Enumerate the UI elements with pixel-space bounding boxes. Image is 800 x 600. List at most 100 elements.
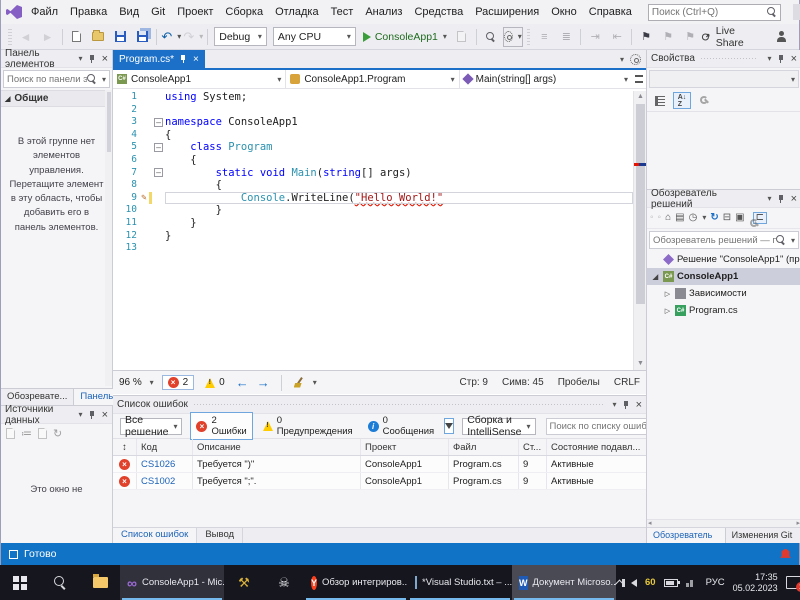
fold-marker[interactable]: – xyxy=(152,141,165,154)
volume-icon[interactable] xyxy=(631,579,637,587)
warnings-filter-button[interactable]: 0 Предупреждения xyxy=(258,413,358,439)
comment-button[interactable]: ≡ xyxy=(534,27,554,47)
header-1[interactable]: Описание xyxy=(193,439,361,455)
language-indicator[interactable]: РУС xyxy=(706,577,725,588)
taskbar-taskbar-search[interactable] xyxy=(40,565,80,600)
split-window-button[interactable] xyxy=(632,70,646,88)
toolbox-titlebar[interactable]: Панель элементов ▾ × xyxy=(1,50,112,68)
code-line[interactable]: 9✎ Console.WriteLine("Hello World!" xyxy=(113,192,633,205)
editor-warning-count[interactable]: 0 xyxy=(202,376,228,389)
bookmark-button[interactable]: ⚑ xyxy=(636,27,656,47)
project-dropdown[interactable]: C# ConsoleApp1▾ xyxy=(113,70,286,88)
prev-issue-button[interactable]: ← xyxy=(236,375,249,390)
tab-solution-explorer[interactable]: Обозреватель реше... xyxy=(647,528,726,543)
error-row[interactable]: ×CS1002Требуется ";".ConsoleApp1Program.… xyxy=(113,473,646,490)
editor-error-count[interactable]: × 2 xyxy=(162,375,195,390)
fold-marker[interactable]: – xyxy=(152,167,165,180)
editor-vertical-scrollbar[interactable]: ▲ ▼ xyxy=(633,91,646,370)
code-line[interactable]: 5– class Program xyxy=(113,141,633,154)
home-icon[interactable]: ⌂ xyxy=(665,213,671,223)
forward-icon[interactable]: ◦ xyxy=(658,213,662,223)
configuration-dropdown[interactable]: Debug▾ xyxy=(214,27,267,46)
code-line[interactable]: 3–namespace ConsoleApp1 xyxy=(113,116,633,129)
collapse-box-icon[interactable]: – xyxy=(154,143,163,152)
taskbar-start[interactable] xyxy=(0,565,40,600)
header-4[interactable]: Ст... xyxy=(519,439,547,455)
window-position-icon[interactable]: ▾ xyxy=(768,194,772,203)
network-icon[interactable] xyxy=(686,578,698,587)
scrollbar-thumb[interactable] xyxy=(636,104,645,304)
collapse-all-icon[interactable]: ⊟ xyxy=(723,213,731,223)
new-file-button[interactable] xyxy=(66,27,86,47)
header-3[interactable]: Файл xyxy=(449,439,519,455)
navigate-forward-button[interactable]: ► xyxy=(38,27,58,47)
solution-explorer-titlebar[interactable]: Обозреватель решений ▾ × xyxy=(647,190,800,208)
zoom-dropdown[interactable]: 96 % ▾ xyxy=(119,377,154,388)
live-share-button[interactable]: Live Share xyxy=(701,25,760,49)
line-indicator[interactable]: Стр: 9 xyxy=(460,377,488,388)
clock[interactable]: 17:35 05.02.2023 xyxy=(733,572,778,594)
ide-options-button[interactable]: ▾ xyxy=(503,27,523,47)
menu-help[interactable]: Справка xyxy=(583,2,638,22)
window-position-icon[interactable]: ▾ xyxy=(613,400,617,409)
refresh-icon[interactable]: ↻ xyxy=(710,213,718,223)
uncomment-button[interactable]: ≣ xyxy=(556,27,576,47)
window-position-icon[interactable]: ▾ xyxy=(79,54,83,63)
menu-git[interactable]: Git xyxy=(145,2,171,22)
document-list-icon[interactable]: ▾ xyxy=(620,55,624,64)
add-data-source-icon[interactable] xyxy=(6,428,15,439)
save-button[interactable] xyxy=(110,27,130,47)
quick-search[interactable] xyxy=(648,4,781,21)
header-2[interactable]: Проект xyxy=(361,439,449,455)
toolbox-search[interactable]: ▾ xyxy=(3,70,110,88)
fold-marker[interactable]: – xyxy=(152,116,165,129)
menu-view[interactable]: Вид xyxy=(113,2,145,22)
scope-dropdown[interactable]: Все решение▾ xyxy=(120,418,182,435)
menu-analyze[interactable]: Анализ xyxy=(359,2,408,22)
platform-dropdown[interactable]: Any CPU▾ xyxy=(273,27,356,46)
toolbox-group-general[interactable]: ◢ Общие xyxy=(1,90,112,107)
solution-explorer-search[interactable]: ▾ xyxy=(649,231,799,249)
solution-explorer-hscrollbar[interactable] xyxy=(647,519,800,527)
back-icon[interactable]: ◦ xyxy=(650,213,654,223)
code-line[interactable]: 11 } xyxy=(113,217,633,230)
messages-filter-button[interactable]: i0 Сообщения xyxy=(363,413,440,439)
send-feedback-button[interactable] xyxy=(771,27,791,47)
pin-icon[interactable] xyxy=(622,400,631,410)
header-severity[interactable]: ↕ xyxy=(113,439,137,455)
properties-titlebar[interactable]: Свойства ▾ × xyxy=(647,50,800,68)
menu-debug[interactable]: Отладка xyxy=(269,2,324,22)
solution-name-chip[interactable]: ConsoleApp1 xyxy=(793,4,800,20)
code-line[interactable]: 2 xyxy=(113,104,633,117)
switch-views-icon[interactable]: ▤ xyxy=(675,213,684,223)
find-in-files-button[interactable] xyxy=(481,27,501,47)
tab-program-cs[interactable]: Program.cs* × xyxy=(113,50,205,68)
errors-filter-button[interactable]: ×2 Ошибки xyxy=(190,412,252,440)
menu-edit[interactable]: Правка xyxy=(64,2,113,22)
tree-item-sol[interactable]: Решение "ConsoleApp1" (проекты: 1 из 1) xyxy=(647,251,800,268)
taskbar-skull-app[interactable]: ☠ xyxy=(264,565,304,600)
pin-icon[interactable] xyxy=(179,54,188,64)
code-line[interactable]: 7– static void Main(string[] args) xyxy=(113,167,633,180)
code-line[interactable]: 1using System; xyxy=(113,91,633,104)
menu-extensions[interactable]: Расширения xyxy=(469,2,545,22)
menu-project[interactable]: Проект xyxy=(171,2,219,22)
expander-icon[interactable]: ▷ xyxy=(663,307,672,315)
collapse-box-icon[interactable]: – xyxy=(154,118,163,127)
battery-icon[interactable] xyxy=(664,579,678,587)
solution-explorer-search-input[interactable] xyxy=(653,235,776,246)
code-line[interactable]: 10 } xyxy=(113,204,633,217)
error-code-link[interactable]: CS1002 xyxy=(137,473,193,489)
redo-button[interactable]: ↷▾ xyxy=(183,27,203,47)
close-icon[interactable]: × xyxy=(636,399,642,411)
code-line[interactable]: 13 xyxy=(113,242,633,255)
pin-icon[interactable] xyxy=(88,54,97,64)
undo-button[interactable]: ↶▾ xyxy=(161,27,181,47)
menu-window[interactable]: Окно xyxy=(545,2,583,22)
tab-error-list[interactable]: Список ошибок xyxy=(113,528,197,543)
close-icon[interactable]: × xyxy=(791,193,797,205)
window-position-icon[interactable]: ▾ xyxy=(768,54,772,63)
code-line[interactable]: 8 { xyxy=(113,179,633,192)
spaces-indicator[interactable]: Пробелы xyxy=(558,377,600,388)
save-all-button[interactable] xyxy=(132,27,152,47)
